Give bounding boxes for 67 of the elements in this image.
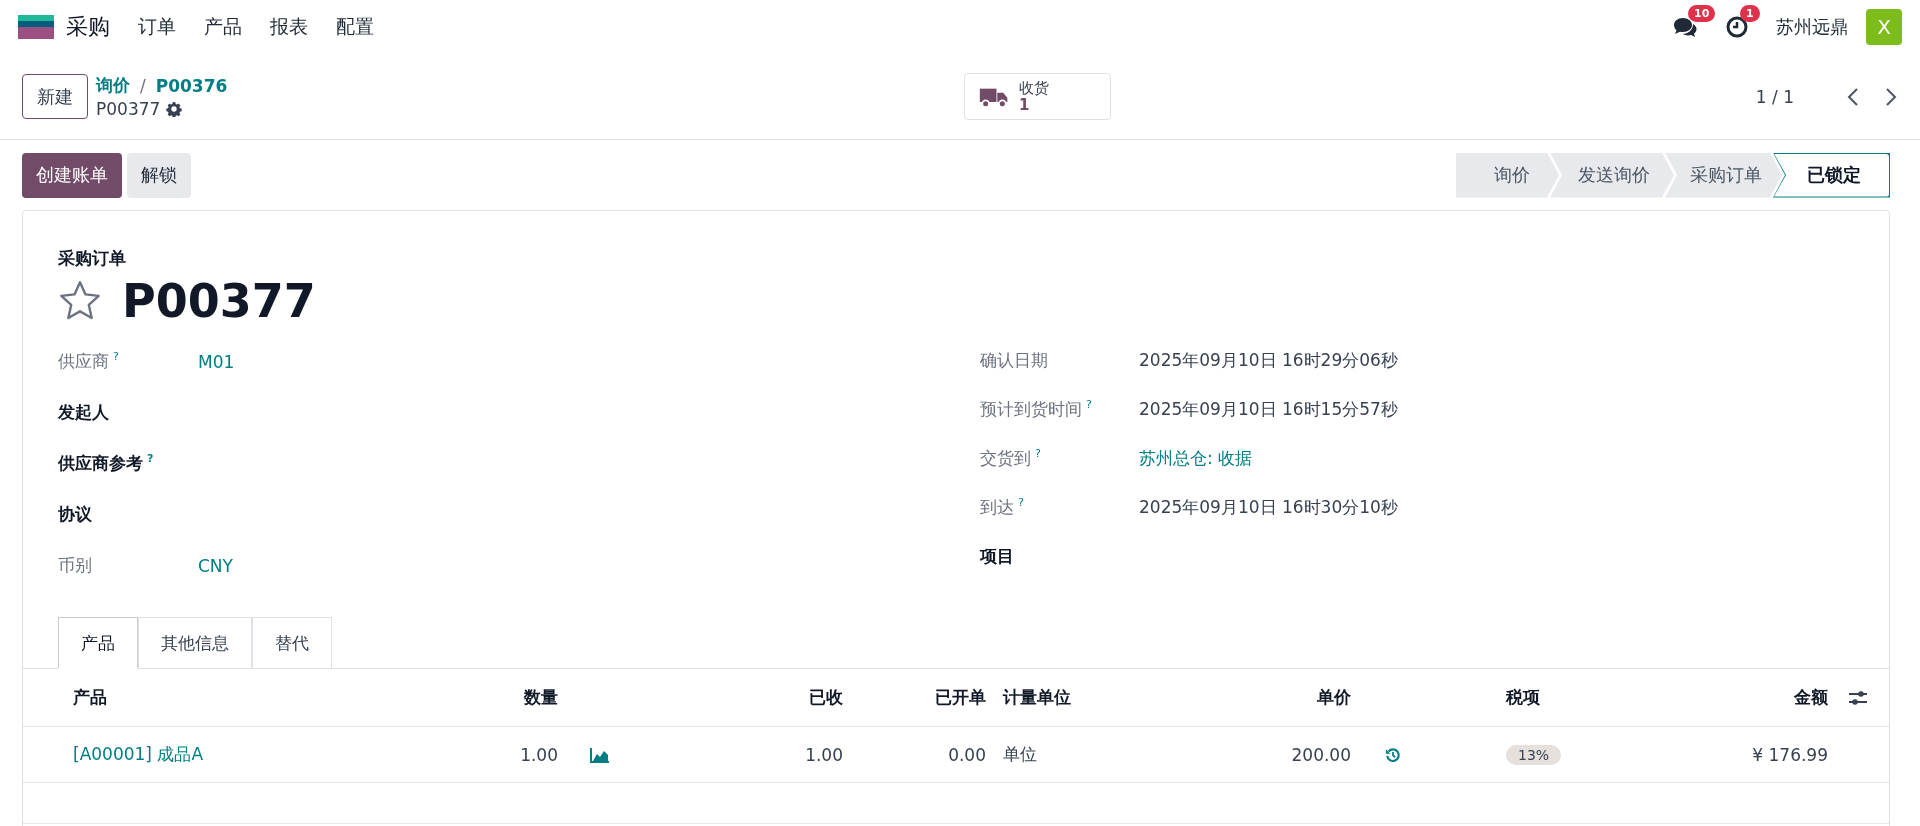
table-cell-text: 0.00: [947, 744, 987, 765]
app-name[interactable]: 采购: [66, 12, 110, 42]
notebook-tab[interactable]: 其他信息: [138, 617, 252, 668]
field-label: 交货到 $^{?}$: [980, 447, 1042, 470]
chevron-right-icon[interactable]: [1884, 85, 1898, 108]
field-label: 到达 $^{?}$: [980, 496, 1025, 519]
field-label: 确认日期: [980, 349, 1049, 372]
chevron-left-icon[interactable]: [1846, 85, 1860, 108]
field-link[interactable]: CNY: [198, 555, 233, 576]
field-label: 项目: [980, 545, 1015, 568]
column-header[interactable]: 税项: [1496, 686, 1661, 709]
field-link[interactable]: M01: [198, 351, 235, 372]
column-settings-icon[interactable]: [1848, 689, 1868, 706]
tax-tag: 13%: [1506, 744, 1562, 765]
field-label: 发起人: [58, 401, 110, 424]
table-cell-text: 单位: [1002, 743, 1038, 766]
column-header[interactable]: 金额: [1661, 686, 1836, 709]
field-value: 2025年09月10日 16时15分57秒: [1139, 398, 1398, 421]
record-title: P00377: [122, 274, 316, 328]
menu-item[interactable]: 产品: [204, 14, 242, 40]
column-header[interactable]: 计量单位: [994, 686, 1151, 709]
action-button[interactable]: 创建账单: [22, 152, 122, 198]
notebook-tab[interactable]: 产品: [58, 617, 138, 668]
history-icon[interactable]: [1383, 746, 1403, 763]
area-chart-icon[interactable]: [590, 746, 610, 763]
field-label: 币别: [58, 554, 93, 577]
status-step[interactable]: 发送询价: [1550, 152, 1674, 198]
gear-icon[interactable]: [166, 101, 183, 117]
record-type-label: 采购订单: [58, 247, 127, 270]
field-label: 供应商 $^{?}$: [58, 350, 120, 373]
company-name[interactable]: 苏州远鼎: [1776, 15, 1848, 39]
table-cell-text: ¥ 176.99: [1751, 744, 1829, 765]
chat-icon[interactable]: [1672, 15, 1698, 39]
table-cell-text: 200.00: [1290, 744, 1352, 765]
column-header[interactable]: 已收: [621, 686, 851, 709]
breadcrumb-separator: /: [140, 75, 146, 96]
record-name: P00377: [96, 99, 161, 119]
menu-item[interactable]: 配置: [336, 14, 374, 40]
status-step[interactable]: 采购订单: [1665, 152, 1782, 198]
notification-badge: 1: [1740, 5, 1760, 22]
action-button[interactable]: 解锁: [127, 152, 191, 198]
clock-icon[interactable]: [1724, 15, 1750, 39]
breadcrumb-link[interactable]: P00376: [155, 75, 228, 96]
product-link[interactable]: [A00001] 成品A: [23, 743, 441, 766]
field-link[interactable]: 苏州总仓: 收据: [1139, 447, 1253, 470]
status-step[interactable]: 已锁定: [1773, 152, 1890, 198]
field-label: 协议: [58, 503, 93, 526]
field-value: 2025年09月10日 16时30分10秒: [1139, 496, 1398, 519]
receipts-smart-button[interactable]: 收货 1: [964, 73, 1111, 120]
menu-item[interactable]: 订单: [138, 14, 176, 40]
table-cell-text: 1.00: [804, 744, 844, 765]
app-logo-icon[interactable]: [18, 15, 54, 39]
table-cell-text: 1.00: [519, 744, 559, 765]
field-label: 预计到货时间 $^{?}$: [980, 398, 1093, 421]
column-header[interactable]: 产品: [23, 686, 441, 709]
pager-value[interactable]: 1 / 1: [1755, 86, 1794, 107]
field-value: 2025年09月10日 16时29分06秒: [1139, 349, 1398, 372]
column-header[interactable]: 已开单: [851, 686, 994, 709]
menu-item[interactable]: 报表: [270, 14, 308, 40]
field-label: 供应商参考 $^{?}$: [58, 452, 155, 475]
notification-badge: 10: [1688, 5, 1716, 22]
status-step[interactable]: 询价: [1456, 152, 1559, 198]
new-button[interactable]: 新建: [22, 74, 88, 119]
notebook-tab[interactable]: 替代: [252, 617, 332, 668]
column-header[interactable]: 数量: [441, 686, 566, 709]
breadcrumb-link[interactable]: 询价: [96, 74, 130, 97]
column-header[interactable]: 单价: [1151, 686, 1359, 709]
